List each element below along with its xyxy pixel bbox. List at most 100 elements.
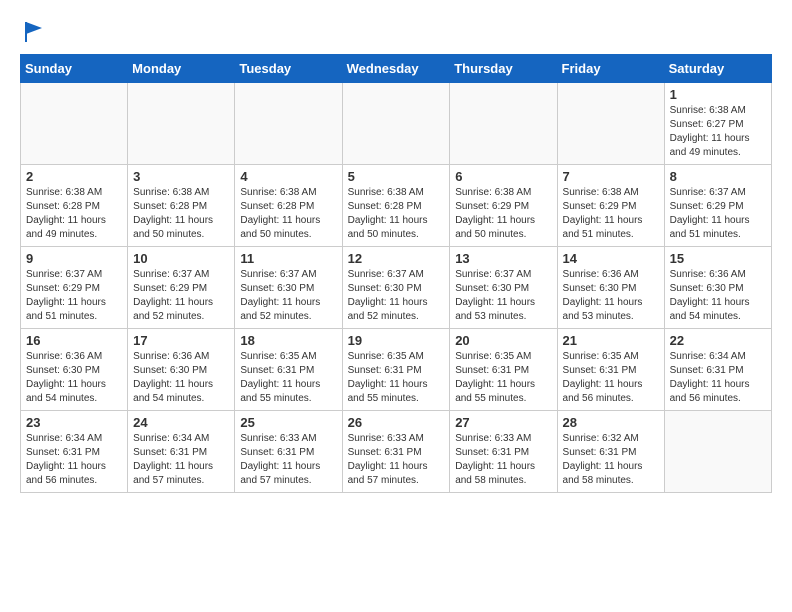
day-number: 24 [133, 415, 229, 430]
day-number: 26 [348, 415, 445, 430]
calendar-cell: 9 Sunrise: 6:37 AM Sunset: 6:29 PM Daylig… [21, 247, 128, 329]
day-number: 8 [670, 169, 766, 184]
day-info: Sunrise: 6:34 AM Sunset: 6:31 PM Dayligh… [133, 432, 229, 488]
day-number: 5 [348, 169, 445, 184]
calendar-cell: 22 Sunrise: 6:34 AM Sunset: 6:31 PM Dayli… [664, 329, 771, 411]
day-info: Sunrise: 6:32 AM Sunset: 6:31 PM Dayligh… [563, 432, 659, 488]
calendar-cell: 20Sunrise: 6:35 AM Sunset: 6:31 PM Dayli… [450, 329, 557, 411]
calendar-cell: 14 Sunrise: 6:36 AM Sunset: 6:30 PM Dayli… [557, 247, 664, 329]
calendar-cell: 8 Sunrise: 6:37 AM Sunset: 6:29 PM Daylig… [664, 165, 771, 247]
day-info: Sunrise: 6:38 AM Sunset: 6:28 PM Dayligh… [26, 186, 122, 242]
day-info: Sunrise: 6:33 AM Sunset: 6:31 PM Dayligh… [348, 432, 445, 488]
calendar-week-row: 16Sunrise: 6:36 AM Sunset: 6:30 PM Dayli… [21, 329, 772, 411]
day-number: 7 [563, 169, 659, 184]
day-number: 11 [240, 251, 336, 266]
calendar-cell: 23 Sunrise: 6:34 AM Sunset: 6:31 PM Dayli… [21, 411, 128, 493]
calendar-cell [664, 411, 771, 493]
calendar-cell: 2 Sunrise: 6:38 AM Sunset: 6:28 PM Daylig… [21, 165, 128, 247]
calendar-cell: 18 Sunrise: 6:35 AM Sunset: 6:31 PM Dayli… [235, 329, 342, 411]
day-info: Sunrise: 6:38 AM Sunset: 6:27 PM Dayligh… [670, 104, 766, 160]
day-info: Sunrise: 6:38 AM Sunset: 6:28 PM Dayligh… [348, 186, 445, 242]
calendar-cell: 3 Sunrise: 6:38 AM Sunset: 6:28 PM Daylig… [128, 165, 235, 247]
day-number: 13 [455, 251, 551, 266]
calendar-cell: 5 Sunrise: 6:38 AM Sunset: 6:28 PM Daylig… [342, 165, 450, 247]
day-info: Sunrise: 6:35 AM Sunset: 6:31 PM Dayligh… [455, 350, 551, 406]
calendar-cell: 11 Sunrise: 6:37 AM Sunset: 6:30 PM Dayli… [235, 247, 342, 329]
day-info: Sunrise: 6:37 AM Sunset: 6:30 PM Dayligh… [240, 268, 336, 324]
day-number: 17 [133, 333, 229, 348]
day-info: Sunrise: 6:36 AM Sunset: 6:30 PM Dayligh… [26, 350, 122, 406]
day-number: 15 [670, 251, 766, 266]
calendar-cell: 6 Sunrise: 6:38 AM Sunset: 6:29 PM Daylig… [450, 165, 557, 247]
day-number: 3 [133, 169, 229, 184]
weekday-header: Tuesday [235, 55, 342, 83]
calendar-header-row: SundayMondayTuesdayWednesdayThursdayFrid… [21, 55, 772, 83]
day-number: 27 [455, 415, 551, 430]
calendar-cell: 24 Sunrise: 6:34 AM Sunset: 6:31 PM Dayli… [128, 411, 235, 493]
day-number: 4 [240, 169, 336, 184]
day-info: Sunrise: 6:35 AM Sunset: 6:31 PM Dayligh… [348, 350, 445, 406]
calendar-cell [235, 83, 342, 165]
calendar-cell [342, 83, 450, 165]
calendar-cell: 28 Sunrise: 6:32 AM Sunset: 6:31 PM Dayli… [557, 411, 664, 493]
day-number: 9 [26, 251, 122, 266]
weekday-header: Wednesday [342, 55, 450, 83]
day-info: Sunrise: 6:37 AM Sunset: 6:30 PM Dayligh… [348, 268, 445, 324]
day-number: 22 [670, 333, 766, 348]
day-info: Sunrise: 6:35 AM Sunset: 6:31 PM Dayligh… [240, 350, 336, 406]
calendar-cell: 7 Sunrise: 6:38 AM Sunset: 6:29 PM Daylig… [557, 165, 664, 247]
logo-flag-icon [22, 20, 46, 44]
day-info: Sunrise: 6:37 AM Sunset: 6:29 PM Dayligh… [670, 186, 766, 242]
weekday-header: Saturday [664, 55, 771, 83]
weekday-header: Thursday [450, 55, 557, 83]
day-number: 19 [348, 333, 445, 348]
calendar-table: SundayMondayTuesdayWednesdayThursdayFrid… [20, 54, 772, 493]
calendar-cell: 21 Sunrise: 6:35 AM Sunset: 6:31 PM Dayli… [557, 329, 664, 411]
day-info: Sunrise: 6:36 AM Sunset: 6:30 PM Dayligh… [563, 268, 659, 324]
day-info: Sunrise: 6:36 AM Sunset: 6:30 PM Dayligh… [670, 268, 766, 324]
calendar-week-row: 23 Sunrise: 6:34 AM Sunset: 6:31 PM Dayli… [21, 411, 772, 493]
calendar-cell: 4 Sunrise: 6:38 AM Sunset: 6:28 PM Daylig… [235, 165, 342, 247]
day-info: Sunrise: 6:34 AM Sunset: 6:31 PM Dayligh… [670, 350, 766, 406]
day-number: 28 [563, 415, 659, 430]
day-info: Sunrise: 6:37 AM Sunset: 6:29 PM Dayligh… [26, 268, 122, 324]
day-info: Sunrise: 6:37 AM Sunset: 6:30 PM Dayligh… [455, 268, 551, 324]
day-info: Sunrise: 6:38 AM Sunset: 6:28 PM Dayligh… [133, 186, 229, 242]
day-number: 1 [670, 87, 766, 102]
day-number: 21 [563, 333, 659, 348]
day-number: 14 [563, 251, 659, 266]
day-info: Sunrise: 6:38 AM Sunset: 6:29 PM Dayligh… [455, 186, 551, 242]
day-number: 12 [348, 251, 445, 266]
calendar-week-row: 2 Sunrise: 6:38 AM Sunset: 6:28 PM Daylig… [21, 165, 772, 247]
day-info: Sunrise: 6:35 AM Sunset: 6:31 PM Dayligh… [563, 350, 659, 406]
calendar-cell: 15 Sunrise: 6:36 AM Sunset: 6:30 PM Dayli… [664, 247, 771, 329]
day-number: 23 [26, 415, 122, 430]
weekday-header: Sunday [21, 55, 128, 83]
day-number: 18 [240, 333, 336, 348]
calendar-cell: 10 Sunrise: 6:37 AM Sunset: 6:29 PM Dayli… [128, 247, 235, 329]
calendar-cell [21, 83, 128, 165]
calendar-cell [450, 83, 557, 165]
day-info: Sunrise: 6:38 AM Sunset: 6:28 PM Dayligh… [240, 186, 336, 242]
calendar-week-row: 9 Sunrise: 6:37 AM Sunset: 6:29 PM Daylig… [21, 247, 772, 329]
day-info: Sunrise: 6:34 AM Sunset: 6:31 PM Dayligh… [26, 432, 122, 488]
header [20, 20, 772, 44]
day-number: 25 [240, 415, 336, 430]
day-info: Sunrise: 6:33 AM Sunset: 6:31 PM Dayligh… [455, 432, 551, 488]
calendar-cell: 27 Sunrise: 6:33 AM Sunset: 6:31 PM Dayli… [450, 411, 557, 493]
day-number: 2 [26, 169, 122, 184]
day-info: Sunrise: 6:33 AM Sunset: 6:31 PM Dayligh… [240, 432, 336, 488]
calendar-cell [557, 83, 664, 165]
calendar-cell: 13 Sunrise: 6:37 AM Sunset: 6:30 PM Dayli… [450, 247, 557, 329]
weekday-header: Friday [557, 55, 664, 83]
weekday-header: Monday [128, 55, 235, 83]
calendar-cell: 19 Sunrise: 6:35 AM Sunset: 6:31 PM Dayli… [342, 329, 450, 411]
calendar-cell: 1 Sunrise: 6:38 AM Sunset: 6:27 PM Daylig… [664, 83, 771, 165]
day-number: 10 [133, 251, 229, 266]
day-number: 6 [455, 169, 551, 184]
calendar-week-row: 1 Sunrise: 6:38 AM Sunset: 6:27 PM Daylig… [21, 83, 772, 165]
calendar-cell: 17Sunrise: 6:36 AM Sunset: 6:30 PM Dayli… [128, 329, 235, 411]
calendar-cell: 12 Sunrise: 6:37 AM Sunset: 6:30 PM Dayli… [342, 247, 450, 329]
day-info: Sunrise: 6:38 AM Sunset: 6:29 PM Dayligh… [563, 186, 659, 242]
day-info: Sunrise: 6:37 AM Sunset: 6:29 PM Dayligh… [133, 268, 229, 324]
